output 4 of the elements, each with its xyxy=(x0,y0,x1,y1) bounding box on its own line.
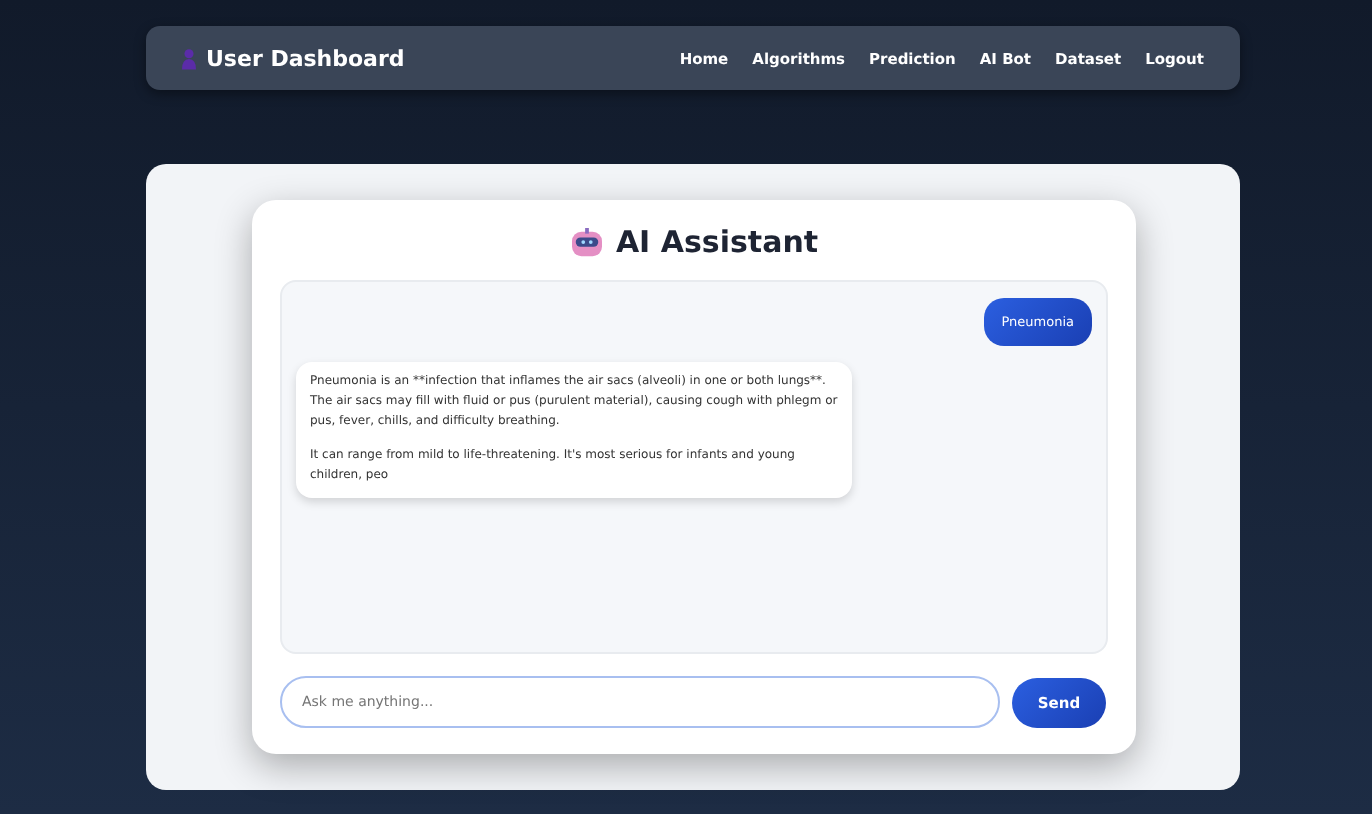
robot-icon xyxy=(569,227,604,257)
user-icon xyxy=(182,47,196,69)
chat-title: AI Assistant xyxy=(615,224,819,260)
brand-title: User Dashboard xyxy=(206,45,405,71)
